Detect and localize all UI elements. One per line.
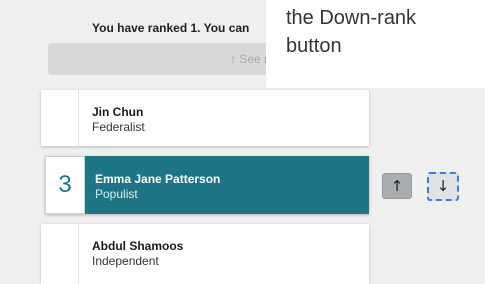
instruction-callout-text: the Down-rank button [286,7,417,57]
candidate-card[interactable]: Jin Chun Federalist [41,90,369,146]
candidate-card-selected[interactable]: 3 Emma Jane Patterson Populist [45,156,369,214]
rank-number: 3 [45,156,85,214]
candidate-name: Jin Chun [92,105,144,119]
candidate-party: Independent [92,254,159,268]
candidate-card[interactable]: Abdul Shamoos Independent [41,224,369,284]
down-rank-button[interactable]: ↓ [427,172,459,201]
ranking-status-text: You have ranked 1. You can [92,21,250,35]
rank-cell [41,224,79,284]
arrow-up-icon: ↑ [390,177,404,195]
up-rank-button[interactable]: ↑ [382,173,412,199]
arrow-down-icon: ↓ [436,177,450,195]
see-more-button[interactable]: ↑ See m [48,43,278,75]
instruction-callout: the Down-rank button [266,0,485,88]
candidate-name: Abdul Shamoos [92,239,184,253]
candidate-party: Federalist [92,120,145,134]
candidate-name: Emma Jane Patterson [95,172,221,186]
rank-cell [41,90,79,146]
candidate-party: Populist [95,187,138,201]
